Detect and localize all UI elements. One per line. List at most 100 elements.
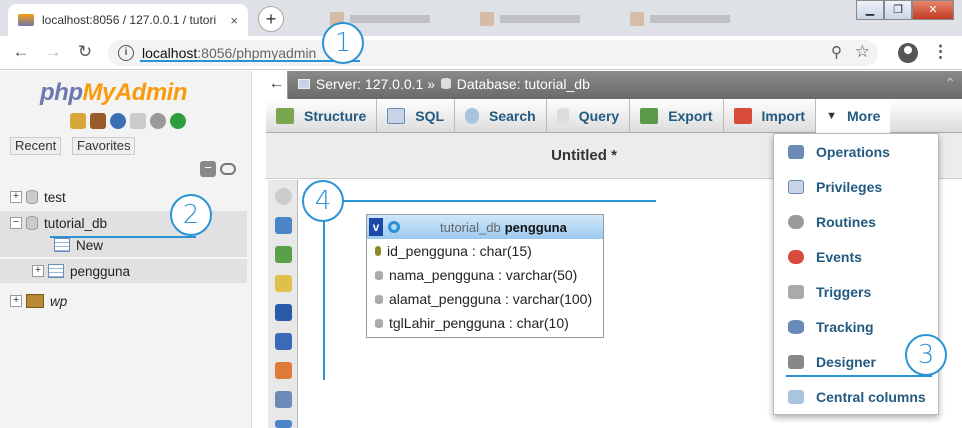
help-icon[interactable] xyxy=(110,113,126,129)
home-icon[interactable] xyxy=(70,113,86,129)
background-tab[interactable] xyxy=(630,8,770,30)
tab-label: Search xyxy=(489,108,536,124)
menu-item-privileges[interactable]: Privileges xyxy=(774,169,938,204)
tab-more[interactable]: ▼ More xyxy=(816,99,891,133)
column-row[interactable]: nama_pengguna : varchar(50) xyxy=(367,263,603,287)
toggle-menu-icon[interactable] xyxy=(275,188,292,205)
url-field[interactable]: i localhost:8056/phpmyadmin ⚲ ☆ xyxy=(108,40,878,66)
designer-table-header[interactable]: v tutorial_db pengguna xyxy=(367,215,603,239)
nav-toggle-icon[interactable]: ← xyxy=(266,71,288,99)
import-icon xyxy=(733,108,752,124)
breadcrumb-text: Server: 127.0.0.1 » Database: tutorial_d… xyxy=(298,76,590,92)
favorites-button[interactable]: Favorites xyxy=(72,137,136,155)
expand-icon[interactable]: + xyxy=(32,265,44,277)
tab-label: SQL xyxy=(415,108,445,124)
central-columns-icon xyxy=(788,389,804,404)
relation-icon[interactable] xyxy=(275,420,292,428)
menu-item-events[interactable]: Events xyxy=(774,239,938,274)
expand-icon[interactable]: + xyxy=(10,191,22,203)
add-table-icon[interactable] xyxy=(275,246,292,263)
maximize-icon[interactable]: ❐ xyxy=(884,0,912,20)
tab-search[interactable]: Search xyxy=(455,99,547,133)
tab-label: Query xyxy=(578,108,620,124)
tree-table-pengguna[interactable]: + pengguna xyxy=(0,259,247,283)
sql-icon xyxy=(387,108,406,124)
phpmyadmin-logo[interactable]: phpMyAdmin xyxy=(40,79,187,107)
menu-item-label: Central columns xyxy=(816,388,926,405)
gear-icon[interactable] xyxy=(388,221,400,233)
url-text: localhost:8056/phpmyadmin xyxy=(142,45,317,61)
favicon-icon xyxy=(480,12,494,26)
menu-item-label: Routines xyxy=(816,213,876,230)
column-row[interactable]: id_pengguna : char(15) xyxy=(367,239,603,263)
designer-table-pengguna[interactable]: v tutorial_db pengguna id_pengguna : cha… xyxy=(366,214,604,338)
tab-export[interactable]: Export xyxy=(630,99,724,133)
menu-item-label: Privileges xyxy=(816,178,883,195)
export-icon xyxy=(640,108,659,124)
bookmark-star-icon[interactable]: ☆ xyxy=(855,42,870,62)
tab-structure[interactable]: Structure xyxy=(266,99,378,133)
tab-close-icon[interactable]: × xyxy=(230,13,238,28)
menu-item-operations[interactable]: Operations xyxy=(774,134,938,169)
tab-label: Structure xyxy=(304,108,367,124)
annotation-line-4-vertical xyxy=(323,210,325,380)
tab-query[interactable]: Query xyxy=(547,99,631,133)
toggle-columns-icon[interactable]: v xyxy=(369,218,383,236)
annotation-underline-2 xyxy=(50,236,196,238)
tree-label: New xyxy=(76,237,104,253)
collapse-icon[interactable]: − xyxy=(10,217,22,229)
tab-sql[interactable]: SQL xyxy=(377,99,456,133)
collapse-all-icon[interactable]: − xyxy=(200,161,216,177)
profile-avatar[interactable] xyxy=(898,43,918,63)
reload-icon[interactable]: ↻ xyxy=(74,42,96,62)
database-group-icon xyxy=(26,294,44,308)
logout-icon[interactable] xyxy=(90,113,106,129)
info-icon[interactable]: i xyxy=(118,45,134,61)
save-as-icon[interactable] xyxy=(275,333,292,350)
blurred-tab-title xyxy=(350,15,430,23)
settings-gear-icon[interactable] xyxy=(150,113,166,129)
tab-label: Export xyxy=(668,108,713,124)
column-row[interactable]: alamat_pengguna : varchar(100) xyxy=(367,287,603,311)
menu-item-triggers[interactable]: Triggers xyxy=(774,274,938,309)
browser-tab-active[interactable]: localhost:8056 / 127.0.0.1 / tutori × xyxy=(8,4,248,36)
wrench-icon xyxy=(788,144,804,159)
docs-icon[interactable] xyxy=(130,113,146,129)
menu-item-routines[interactable]: Routines xyxy=(774,204,938,239)
table-db-name: tutorial_db xyxy=(440,219,501,235)
breadcrumb-server[interactable]: Server: 127.0.0.1 xyxy=(316,76,423,92)
close-window-icon[interactable]: ✕ xyxy=(912,0,954,20)
tab-label: Import xyxy=(761,108,806,124)
minimize-icon[interactable]: ▁ xyxy=(856,0,884,20)
structure-icon xyxy=(276,108,294,124)
pma-favicon-icon xyxy=(18,14,34,26)
annotation-line-4-horizontal xyxy=(340,200,656,202)
reload-nav-icon[interactable] xyxy=(170,113,186,129)
edit-pages-icon[interactable] xyxy=(275,275,292,292)
column-row[interactable]: tglLahir_pengguna : char(10) xyxy=(367,311,603,335)
expand-icon[interactable]: + xyxy=(10,295,22,307)
new-tab-button[interactable]: + xyxy=(258,6,284,32)
background-tab[interactable] xyxy=(480,8,620,30)
table-icon xyxy=(48,264,64,278)
forward-arrow-icon[interactable]: → xyxy=(42,42,64,62)
zoom-icon[interactable]: ⚲ xyxy=(831,43,842,61)
breadcrumb-database[interactable]: Database: tutorial_db xyxy=(457,76,590,92)
breadcrumb: ← Server: 127.0.0.1 » Database: tutorial… xyxy=(266,71,962,99)
tab-import[interactable]: Import xyxy=(724,99,817,133)
browser-tabbar: localhost:8056 / 127.0.0.1 / tutori × + … xyxy=(0,0,962,36)
tree-db-wp[interactable]: + wp xyxy=(0,289,247,313)
link-with-main-icon[interactable] xyxy=(220,163,236,175)
menu-item-label: Tracking xyxy=(816,318,874,335)
save-icon[interactable] xyxy=(275,304,292,321)
fullscreen-icon[interactable] xyxy=(275,217,292,234)
delete-page-icon[interactable] xyxy=(275,362,292,379)
menu-item-central-columns[interactable]: Central columns xyxy=(774,379,938,414)
annotation-underline-3 xyxy=(786,375,932,377)
back-arrow-icon[interactable]: ← xyxy=(10,42,32,62)
triangle-down-icon: ▼ xyxy=(826,110,837,122)
collapse-top-icon[interactable]: ⌃ xyxy=(944,75,956,92)
kebab-menu-icon[interactable]: ⋮ xyxy=(932,42,949,62)
create-table-icon[interactable] xyxy=(275,391,292,408)
recent-button[interactable]: Recent xyxy=(10,137,62,155)
